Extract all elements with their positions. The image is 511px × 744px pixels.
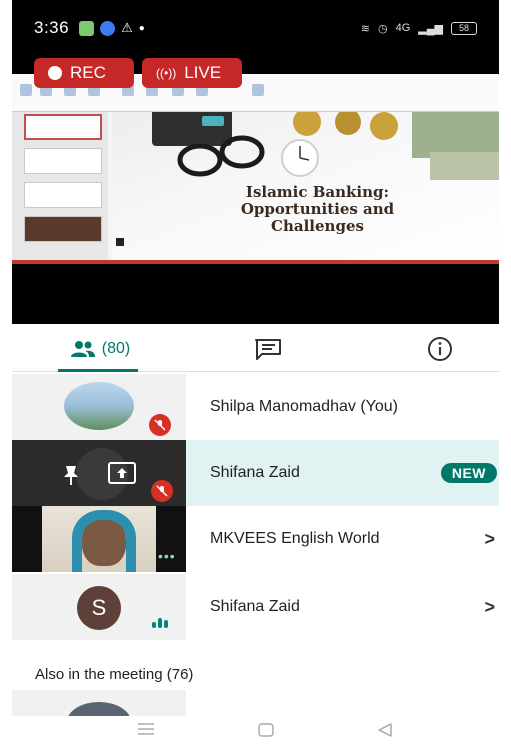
menu-icon[interactable] [136,722,156,741]
notification-icons: ⚠ ● [79,20,145,36]
live-indicator: ((•)) LIVE [142,58,242,88]
participant-row[interactable]: Shifana Zaid NEW [12,440,499,506]
participant-tile [12,374,186,440]
back-icon[interactable] [376,722,394,743]
tab-chat[interactable] [248,326,288,372]
info-icon [428,337,452,361]
network-label: 4G [395,22,411,34]
status-time: 3:36 [34,18,70,37]
audio-level-icon [152,618,168,628]
slide-title-line: Challenges [271,217,364,235]
status-bar: 3:36 ⚠ ● ≋ ◷ 4G ▂▄▆ 58 [12,0,499,56]
participant-row[interactable]: Shilpa Manomadhav (You) [12,374,499,440]
active-tab-indicator [58,369,138,372]
home-icon[interactable] [257,722,275,743]
message-icon [79,20,95,36]
slide-thumbnail [24,114,102,140]
participant-row[interactable]: S Shifana Zaid > [12,574,499,640]
chat-icon [255,339,281,360]
people-count: (80) [101,340,131,357]
slide-thumbnail [24,182,102,208]
tab-people[interactable]: (80) [58,326,142,372]
system-nav-bar [0,716,511,744]
slide-thumbnail [24,148,102,174]
ribbon-tool-icon [20,84,32,96]
avatar [67,702,131,716]
also-in-meeting-label: Also in the meeting (76) [35,666,194,683]
chevron-right-icon[interactable]: > [484,574,495,640]
signal-icon: ▂▄▆ [418,22,443,35]
battery-icon: 58 [451,21,477,35]
avatar [64,382,134,430]
participant-name: Shifana Zaid [210,598,300,615]
live-label: LIVE [184,63,222,82]
participant-name: Shifana Zaid [210,464,300,481]
recording-indicator: REC [34,58,134,88]
mic-off-icon [149,414,171,436]
avatar: S [77,586,121,630]
slide-title-line: Islamic Banking: [245,183,390,201]
slide-thumbnail [24,216,102,242]
people-icon [70,341,95,357]
pin-icon[interactable] [60,464,82,491]
slide-title-line: Opportunities and [240,200,395,218]
dot-icon: ● [138,22,145,34]
vibrate-icon: ≋ [360,22,370,35]
participant-row[interactable]: ••• MKVEES English World > [12,506,499,572]
more-dots-icon: ••• [158,548,176,564]
ppt-status-bar [12,260,499,264]
alarm-icon: ◷ [377,22,388,35]
participant-name: Shilpa Manomadhav (You) [210,398,398,415]
app-icon [100,20,116,36]
broadcast-icon: ((•)) [156,66,177,80]
present-icon[interactable] [108,462,136,484]
status-right: ≋ ◷ 4G ▂▄▆ 58 [360,21,477,35]
record-dot-icon [48,66,62,80]
next-participant-tile[interactable] [12,690,186,716]
rec-label: REC [70,63,106,82]
participant-name: MKVEES English World [210,530,380,547]
alert-icon: ⚠ [121,20,133,35]
participant-scarf [72,510,136,572]
current-slide: Islamic Banking: Opportunities and Chall… [112,112,499,260]
new-badge: NEW [440,463,497,483]
participant-tile: ••• [12,506,186,572]
presentation-video[interactable]: Islamic Banking: Opportunities and Chall… [12,56,499,324]
shared-screen: Islamic Banking: Opportunities and Chall… [12,74,499,264]
chevron-right-icon[interactable]: > [484,506,495,572]
ribbon-tool-icon [252,84,264,96]
slide-title: Islamic Banking: Opportunities and Chall… [200,184,435,235]
mic-off-icon [151,480,173,502]
tab-info[interactable] [420,326,460,372]
participant-video [42,506,156,572]
meeting-tabs: (80) [12,326,499,372]
app-screen: 3:36 ⚠ ● ≋ ◷ 4G ▂▄▆ 58 Islamic Banking: … [0,0,511,744]
participant-tile [12,440,186,506]
participant-tile: S [12,574,186,640]
slide-thumbnails [12,112,108,260]
